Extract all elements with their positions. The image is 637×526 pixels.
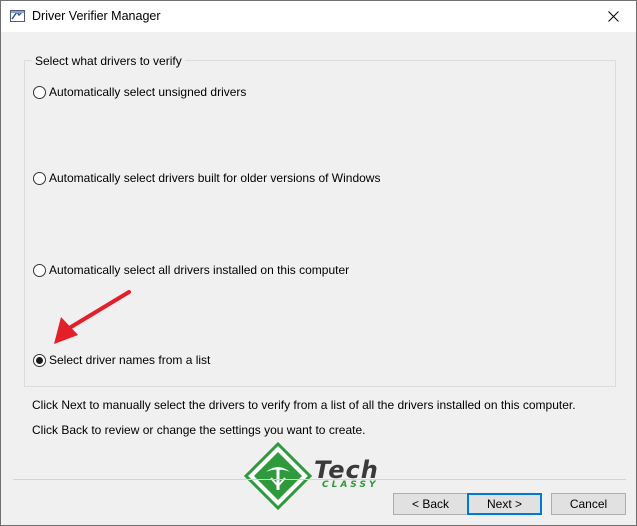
option-label: Automatically select drivers built for o… [49,171,381,185]
option-label: Automatically select all drivers install… [49,263,350,277]
back-button[interactable]: < Back [393,493,468,515]
info-text-back: Click Back to review or change the setti… [32,423,366,437]
title-bar: Driver Verifier Manager [1,1,636,32]
next-button[interactable]: Next > [467,493,542,515]
close-button[interactable] [590,1,636,32]
close-icon [607,11,619,22]
option-older-windows-drivers[interactable]: Automatically select drivers built for o… [33,171,380,185]
driver-selection-groupbox [24,60,616,387]
radio-select-from-list[interactable] [33,353,46,367]
cancel-button[interactable]: Cancel [551,493,626,515]
option-all-drivers[interactable]: Automatically select all drivers install… [33,263,349,277]
radio-unsigned-drivers[interactable] [33,85,46,99]
window-title: Driver Verifier Manager [32,9,161,23]
option-select-from-list[interactable]: Select driver names from a list [33,353,210,367]
watermark-word-classy: CLASSY [322,480,379,490]
driver-verifier-app-icon [10,10,25,22]
groupbox-legend: Select what drivers to verify [32,54,185,68]
radio-all-drivers[interactable] [33,263,46,277]
radio-older-windows-drivers[interactable] [33,171,46,185]
option-label: Automatically select unsigned drivers [49,85,247,99]
option-label: Select driver names from a list [49,353,211,367]
footer-divider [13,479,626,480]
option-unsigned-drivers[interactable]: Automatically select unsigned drivers [33,85,246,99]
techclassy-logo-icon [244,442,312,510]
info-text-next: Click Next to manually select the driver… [32,398,576,412]
techclassy-watermark: Tech CLASSY [244,442,394,510]
driver-verifier-window: Driver Verifier Manager Select what driv… [0,0,637,526]
